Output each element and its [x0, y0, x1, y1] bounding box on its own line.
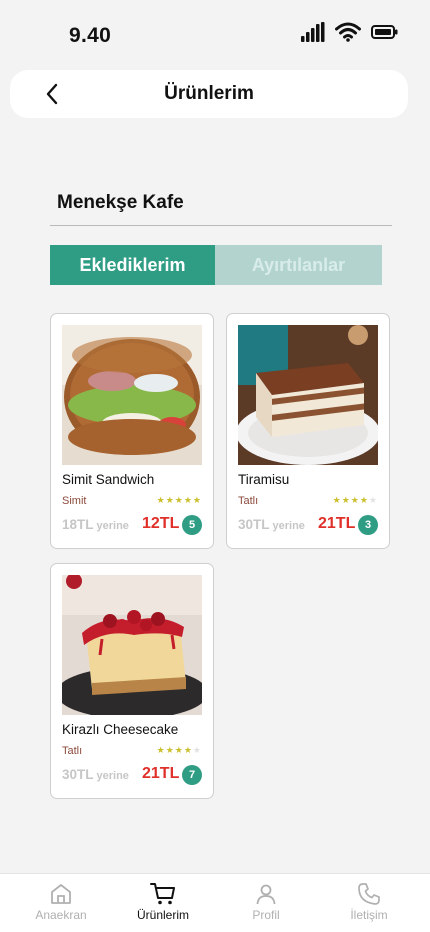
star-icon: ★: [350, 495, 360, 505]
star-icon: ★: [156, 745, 166, 755]
star-icon: ★: [368, 495, 378, 505]
star-icon: ★: [183, 745, 193, 755]
product-card[interactable]: Simit Sandwich Simit ★★★★★ 18TL yerine 12…: [50, 313, 214, 549]
product-image-tiramisu: [238, 325, 378, 465]
battery-icon: [371, 25, 398, 39]
cart-icon: [150, 883, 175, 905]
tab-bar: Eklediklerim Ayırtılanlar: [50, 245, 382, 285]
nav-label: Anaekran: [35, 908, 87, 922]
home-icon: [51, 884, 71, 904]
star-icon: ★: [192, 495, 202, 505]
store-name: Menekşe Kafe: [57, 192, 184, 213]
product-card[interactable]: Tiramisu Tatlı ★★★★★ 30TL yerine 21TL 3: [226, 313, 390, 549]
product-name: Kirazlı Cheesecake: [62, 722, 179, 737]
nav-label: Profil: [252, 908, 280, 922]
rating-stars: ★★★★★: [157, 745, 202, 756]
nav-urunlerim[interactable]: Ürünlerim: [113, 880, 213, 930]
status-bar: 9.40: [0, 0, 430, 64]
star-icon: ★: [192, 745, 202, 755]
count-badge: 3: [358, 515, 378, 535]
star-icon: ★: [183, 495, 193, 505]
star-icon: ★: [341, 495, 351, 505]
star-icon: ★: [165, 745, 175, 755]
page-title: Ürünlerim: [164, 83, 254, 104]
wifi-icon: [335, 22, 361, 42]
product-category: Tatlı: [238, 495, 259, 507]
nav-profil[interactable]: Profil: [216, 880, 316, 930]
star-icon: ★: [156, 495, 166, 505]
old-price: 18TL yerine: [62, 517, 129, 532]
product-card[interactable]: Kirazlı Cheesecake Tatlı ★★★★★ 30TL yerin…: [50, 563, 214, 799]
old-price: 30TL yerine: [238, 517, 305, 532]
star-icon: ★: [174, 745, 184, 755]
product-name: Tiramisu: [238, 472, 290, 487]
status-time: 9.40: [69, 24, 112, 47]
old-price-suffix: yerine: [272, 520, 305, 532]
header-bar: Ürünlerim: [10, 70, 408, 118]
old-price: 30TL yerine: [62, 767, 129, 782]
rating-stars: ★★★★★: [333, 495, 378, 506]
count-badge: 5: [182, 515, 202, 535]
product-category: Tatlı: [62, 745, 83, 757]
nav-anaekran[interactable]: Anaekran: [11, 880, 111, 930]
count-badge: 7: [182, 765, 202, 785]
user-icon: [256, 884, 276, 905]
cellular-signal-icon: [301, 22, 325, 42]
star-icon: ★: [165, 495, 175, 505]
tab-ayirtilanlar[interactable]: Ayırtılanlar: [215, 245, 382, 285]
old-price-suffix: yerine: [96, 520, 129, 532]
product-name: Simit Sandwich: [62, 472, 155, 487]
nav-label: İletişim: [350, 908, 388, 922]
old-price-suffix: yerine: [96, 770, 129, 782]
phone-icon: [358, 883, 380, 905]
rating-stars: ★★★★★: [157, 495, 202, 506]
nav-label: Ürünlerim: [136, 908, 189, 922]
status-icons: [301, 22, 398, 42]
nav-iletisim[interactable]: İletişim: [319, 880, 419, 930]
product-image-kirazli-cheesecake: [62, 575, 202, 715]
tab-eklediklerim[interactable]: Eklediklerim: [50, 245, 215, 285]
old-price-value: 18TL: [62, 517, 94, 532]
old-price-value: 30TL: [62, 767, 94, 782]
new-price: 21TL: [318, 515, 356, 532]
product-image-simit-sandwich: [62, 325, 202, 465]
new-price: 12TL: [142, 515, 180, 532]
star-icon: ★: [359, 495, 369, 505]
star-icon: ★: [174, 495, 184, 505]
bottom-navigation: Anaekran Ürünlerim Profil İletişim: [0, 873, 430, 932]
divider: [50, 225, 392, 226]
old-price-value: 30TL: [238, 517, 270, 532]
product-category: Simit: [62, 495, 87, 507]
star-icon: ★: [332, 495, 342, 505]
new-price: 21TL: [142, 765, 180, 782]
